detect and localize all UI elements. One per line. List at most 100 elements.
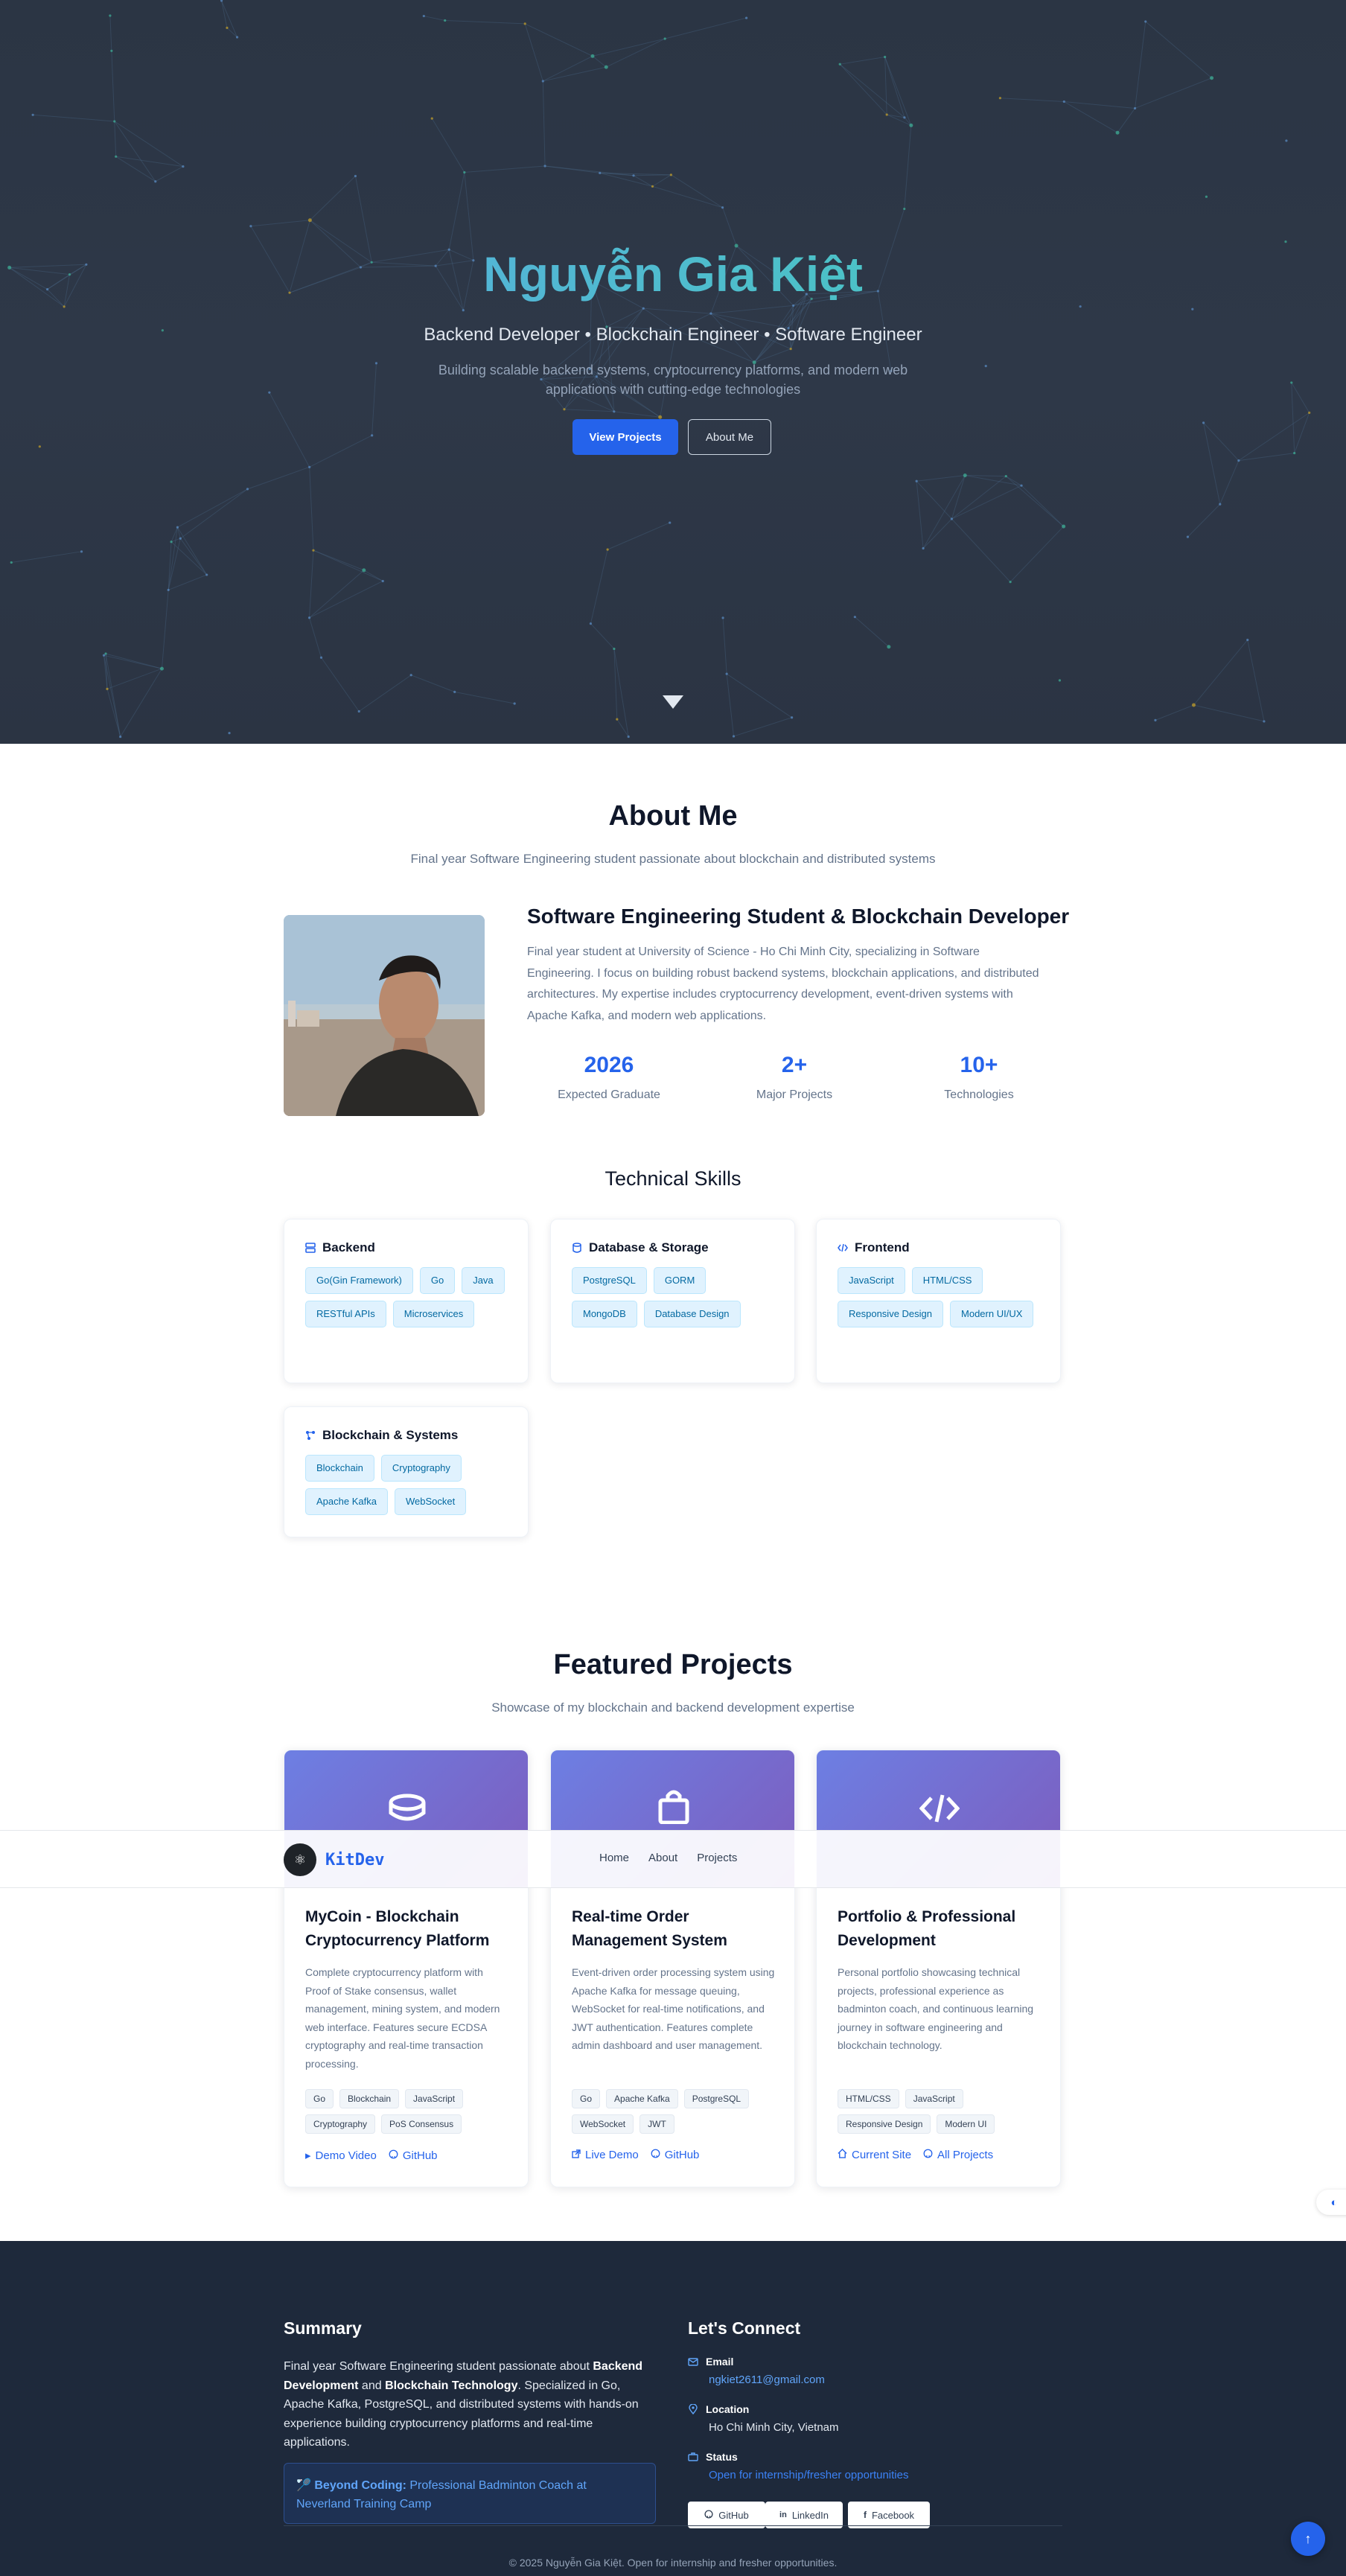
skill-card-database: Database & Storage PostgreSQL GORM Mongo… <box>550 1219 795 1383</box>
project-tag: Responsive Design <box>838 2114 931 2134</box>
beyond-label: Beyond Coding: <box>314 2479 406 2492</box>
project-description: Event-driven order processing system usi… <box>572 1966 775 2051</box>
skill-tag: HTML/CSS <box>911 1267 983 1294</box>
github-icon <box>704 2509 713 2521</box>
brand-name: KitDev <box>325 1850 385 1869</box>
skill-card-title: Database & Storage <box>589 1240 709 1254</box>
map-pin-icon <box>688 2404 698 2414</box>
stat-technologies: 10+ Technologies <box>905 1053 1053 1102</box>
summary-text: Final year Software Engineering student … <box>284 2360 643 2449</box>
skill-card-title: Blockchain & Systems <box>322 1428 459 1442</box>
project-tags: Go Apache Kafka PostgreSQL WebSocket JWT <box>572 2089 780 2134</box>
project-title: Real-time Order Management System <box>572 1908 727 1949</box>
scroll-down-icon[interactable] <box>663 695 683 709</box>
github-icon <box>651 2149 660 2161</box>
contact-status: Status Open for internship/fresher oppor… <box>688 2451 908 2481</box>
summary-heading: Summary <box>284 2318 362 2338</box>
facebook-icon: f <box>863 2510 867 2520</box>
view-projects-button[interactable]: View Projects <box>572 419 678 455</box>
nav-home[interactable]: Home <box>599 1852 629 1864</box>
code-icon <box>838 1243 848 1253</box>
project-tag: JavaScript <box>405 2089 464 2108</box>
github-link[interactable]: GitHub <box>389 2149 438 2162</box>
project-description: Personal portfolio showcasing technical … <box>838 1966 1034 2051</box>
linkedin-icon: in <box>779 2510 787 2519</box>
mail-icon <box>688 2356 698 2367</box>
github-link[interactable]: GitHub <box>651 2149 699 2161</box>
stat-value: 10+ <box>960 1053 998 1077</box>
project-card-order-system[interactable]: Real-time Order Management System Event-… <box>550 1750 795 2187</box>
project-tag: PoS Consensus <box>381 2114 462 2134</box>
project-card-mycoin[interactable]: MyCoin - Blockchain Cryptocurrency Platf… <box>284 1750 529 2187</box>
nav-about[interactable]: About <box>648 1852 677 1864</box>
navbar: ⚛ KitDev Home About Projects <box>0 1830 1346 1888</box>
skill-tag: WebSocket <box>394 1488 467 1515</box>
skill-tag: Java <box>462 1267 505 1294</box>
brand-logo[interactable]: ⚛ KitDev <box>284 1843 384 1876</box>
skill-card-backend: Backend Go(Gin Framework) Go Java RESTfu… <box>284 1219 529 1383</box>
skill-tag: Responsive Design <box>838 1301 944 1327</box>
project-tag: PostgreSQL <box>683 2089 750 2108</box>
about-title: Software Engineering Student & Blockchai… <box>527 905 1070 928</box>
demo-video-link[interactable]: ▸ Demo Video <box>305 2149 377 2163</box>
briefcase-icon <box>688 2452 698 2462</box>
skill-tag: Go(Gin Framework) <box>305 1267 413 1294</box>
project-tag: WebSocket <box>572 2114 634 2134</box>
skill-tag: PostgreSQL <box>572 1267 647 1294</box>
badminton-icon: 🏸 <box>296 2479 315 2492</box>
back-to-top-button[interactable]: ↑ <box>1291 2522 1325 2556</box>
about-me-button[interactable]: About Me <box>688 419 771 455</box>
project-card-portfolio[interactable]: Portfolio & Professional Development Per… <box>816 1750 1061 2187</box>
skill-tag: Go <box>419 1267 456 1294</box>
project-tag: Modern UI <box>937 2114 995 2134</box>
social-github-button[interactable]: GitHub <box>688 2502 765 2528</box>
code-icon <box>919 1794 960 1827</box>
hero-section: Nguyễn Gia Kiệt Backend Developer • Bloc… <box>0 0 1346 744</box>
social-facebook-button[interactable]: f Facebook <box>848 2502 930 2528</box>
project-tag: Go <box>305 2089 334 2108</box>
stat-graduate: 2026 Expected Graduate <box>535 1053 683 1102</box>
coins-icon <box>388 1794 427 1827</box>
about-subheading: Final year Software Engineering student … <box>410 852 936 866</box>
stat-projects: 2+ Major Projects <box>720 1053 869 1102</box>
skill-card-title: Frontend <box>855 1240 910 1254</box>
skill-tags: PostgreSQL GORM MongoDB Database Design <box>572 1267 774 1327</box>
copyright: © 2025 Nguyễn Gia Kiệt. Open for interns… <box>508 2557 838 2569</box>
project-description: Complete cryptocurrency platform with Pr… <box>305 1966 500 2070</box>
skill-card-blockchain: Blockchain & Systems Blockchain Cryptogr… <box>284 1406 529 1537</box>
email-link[interactable]: ngkiet2611@gmail.com <box>709 2373 825 2386</box>
project-tag: HTML/CSS <box>838 2089 899 2108</box>
skill-tag: MongoDB <box>572 1301 637 1327</box>
contact-location: Location Ho Chi Minh City, Vietnam <box>688 2403 839 2434</box>
all-projects-link[interactable]: All Projects <box>923 2149 993 2161</box>
beyond-coding-box: 🏸 Beyond Coding: Professional Badminton … <box>284 2463 656 2524</box>
skill-tag: Cryptography <box>380 1455 462 1482</box>
stat-label: Technologies <box>944 1088 1014 1101</box>
nav-projects[interactable]: Projects <box>697 1852 737 1864</box>
footer: Summary Final year Software Engineering … <box>0 2241 1346 2576</box>
project-tag: Cryptography <box>305 2114 376 2134</box>
stat-label: Major Projects <box>756 1088 833 1101</box>
project-title: Portfolio & Professional Development <box>838 1908 1016 1949</box>
footer-divider <box>284 2525 1062 2526</box>
skill-tag: RESTful APIs <box>305 1301 386 1327</box>
network-icon <box>305 1430 316 1441</box>
skill-tag: Microservices <box>392 1301 475 1327</box>
logo-icon: ⚛ <box>284 1843 316 1876</box>
github-icon <box>389 2149 398 2162</box>
database-icon <box>572 1243 582 1253</box>
skill-tags: JavaScript HTML/CSS Responsive Design Mo… <box>838 1267 1039 1327</box>
theme-toggle-icon[interactable]: ◐ <box>1316 2190 1346 2215</box>
skill-tag: GORM <box>653 1267 707 1294</box>
skill-tag: Blockchain <box>305 1455 374 1482</box>
current-site-link[interactable]: Current Site <box>838 2148 911 2161</box>
hero-title: Nguyễn Gia Kiệt <box>0 246 1346 302</box>
social-linkedin-button[interactable]: in LinkedIn <box>765 2502 843 2528</box>
arrow-up-icon: ↑ <box>1304 2531 1312 2546</box>
skill-tag: Modern UI/UX <box>950 1301 1034 1327</box>
github-icon <box>923 2149 933 2161</box>
project-tag: Apache Kafka <box>606 2089 678 2108</box>
home-icon <box>838 2148 847 2161</box>
live-demo-link[interactable]: Live Demo <box>572 2149 639 2161</box>
skill-tag: JavaScript <box>838 1267 905 1294</box>
